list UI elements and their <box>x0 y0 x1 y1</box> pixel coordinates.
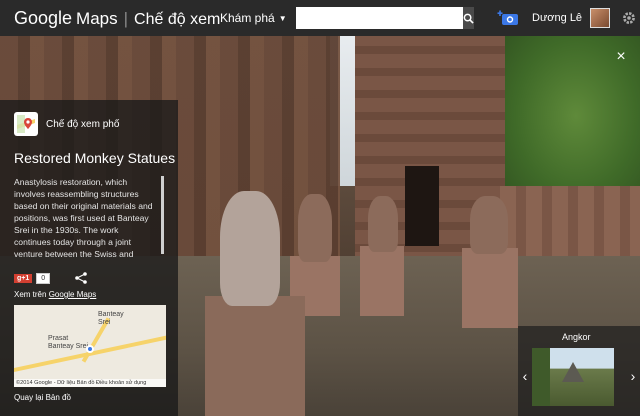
brand-separator: | <box>123 8 129 28</box>
google-maps-link[interactable]: Google Maps <box>49 290 97 299</box>
temple-doorway <box>405 166 439 246</box>
info-panel: Chế độ xem phố Restored Monkey Statues A… <box>0 100 178 416</box>
see-on-maps: Xem trên Google Maps <box>14 290 164 299</box>
street-view-mode-label: Chế độ xem phố <box>46 118 120 130</box>
monkey-statue <box>470 196 508 254</box>
share-icon[interactable] <box>74 272 88 284</box>
add-photo-button[interactable] <box>496 9 522 27</box>
gear-icon <box>623 12 635 24</box>
pedestal <box>205 296 305 416</box>
google-maps-icon <box>14 112 38 136</box>
pedestal <box>360 246 404 316</box>
settings-button[interactable] <box>620 9 638 27</box>
top-bar: Google Maps | Chế độ xem Khám phá ▼ Dươn… <box>0 0 640 36</box>
thumbnail-label: Angkor <box>562 332 591 342</box>
street-view-screen: Google Maps | Chế độ xem Khám phá ▼ Dươn… <box>0 0 640 416</box>
thumbnail-temple <box>562 362 584 382</box>
search-button[interactable] <box>463 7 474 29</box>
see-on-prefix: Xem trên <box>14 290 47 299</box>
monkey-statue <box>220 191 280 306</box>
brand-maps: Maps <box>76 8 118 28</box>
search-box <box>296 7 474 29</box>
map-label-banteay-srei: Banteay Srei <box>98 311 124 326</box>
brand-google: Google <box>14 7 73 28</box>
add-photo-icon <box>497 10 518 25</box>
place-title: Restored Monkey Statues <box>14 150 176 166</box>
pedestal <box>462 248 518 328</box>
map-attribution: ©2014 Google - Dữ liệu Bản đồ Điều khoản… <box>14 379 166 387</box>
description-text: Anastylosis restoration, which involves … <box>14 177 153 259</box>
social-row: g+1 0 <box>14 272 164 284</box>
monkey-statue <box>298 194 332 262</box>
location-pin-icon <box>86 345 94 353</box>
mini-map[interactable]: Banteay Srei Prasat Banteay Srei ©2014 G… <box>14 305 166 387</box>
app-brand[interactable]: Google Maps | Chế độ xem <box>0 7 220 29</box>
place-description: Anastylosis restoration, which involves … <box>14 176 164 260</box>
search-icon <box>463 13 474 24</box>
user-name[interactable]: Dương Lê <box>532 12 582 24</box>
explore-menu[interactable]: Khám phá ▼ <box>220 11 290 25</box>
scrollbar[interactable] <box>161 176 164 254</box>
close-button[interactable]: × <box>612 48 630 66</box>
back-to-map-link[interactable]: Quay lại Bản đồ <box>14 393 164 402</box>
gplus-button[interactable]: g+1 <box>14 273 33 283</box>
photo-strip: Angkor ‹ › <box>518 326 640 416</box>
thumbnail-trees <box>532 348 550 406</box>
chevron-down-icon: ▼ <box>278 13 287 23</box>
avatar[interactable] <box>590 8 611 28</box>
chevron-right-icon[interactable]: › <box>628 368 638 384</box>
gplus-count: 0 <box>36 272 51 284</box>
search-input[interactable] <box>296 7 463 29</box>
chevron-left-icon[interactable]: ‹ <box>520 368 530 384</box>
explore-label: Khám phá <box>220 11 275 25</box>
map-label-prasat: Prasat Banteay Srei <box>48 335 89 350</box>
monkey-statue <box>368 196 398 252</box>
panel-header: Chế độ xem phố <box>14 112 164 136</box>
temple-wall-right <box>500 186 640 256</box>
thumbnail-angkor[interactable] <box>532 348 614 406</box>
mode-title: Chế độ xem <box>134 10 221 28</box>
